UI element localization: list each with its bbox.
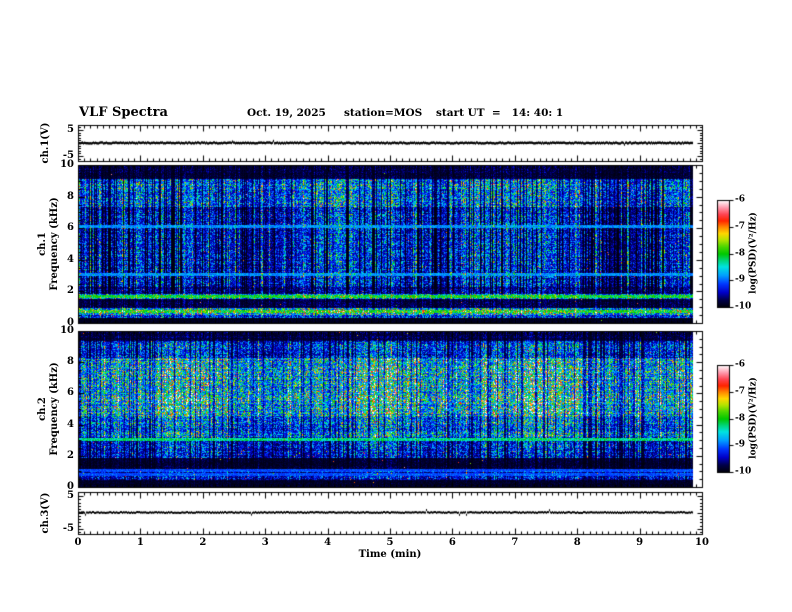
freq-tick-label: 8 xyxy=(67,356,74,368)
colorbar-tick-label: -10 xyxy=(735,301,752,312)
x-tick-label: 1 xyxy=(136,537,144,548)
tick-labels-layer: 0 1 2 3 4 5 6 7 8 9 10 0 2 4 6 8 10 0 2 4 6 8 10 5 -5 5 -5 -6 -7 -8 -9… xyxy=(0,0,792,612)
freq-tick-label: 2 xyxy=(67,449,74,461)
x-tick-label: 6 xyxy=(448,537,456,548)
colorbar-tick-label: -8 xyxy=(735,248,745,258)
x-tick-label: 4 xyxy=(324,537,332,548)
vlf-spectra-figure: VLF Spectra Oct. 19, 2025 station=MOS st… xyxy=(0,0,792,612)
colorbar-tick-label: -6 xyxy=(735,359,745,370)
freq-tick-label: 4 xyxy=(67,418,74,430)
colorbar-tick-label: -9 xyxy=(735,439,745,450)
colorbar-tick-label: -8 xyxy=(735,413,745,423)
x-tick-label: 2 xyxy=(199,537,207,548)
colorbar-tick-label: -10 xyxy=(735,466,752,477)
colorbar-tick-label: -6 xyxy=(735,194,745,205)
colorbar-tick-label: -7 xyxy=(735,221,745,232)
freq-tick-label: 8 xyxy=(67,190,74,202)
freq-tick-label: 4 xyxy=(67,253,74,265)
x-tick-label: 0 xyxy=(74,537,82,548)
voltage-tick-label: 5 xyxy=(67,490,74,501)
freq-tick-label: 6 xyxy=(67,222,74,234)
x-tick-label: 7 xyxy=(511,537,519,548)
x-tick-label: 5 xyxy=(386,537,394,548)
freq-tick-label: 10 xyxy=(60,159,74,170)
voltage-tick-label: -5 xyxy=(62,150,74,161)
x-tick-label: 10 xyxy=(695,537,709,548)
freq-tick-label: 2 xyxy=(67,285,74,297)
freq-tick-label: 6 xyxy=(67,387,74,399)
x-tick-label: 8 xyxy=(573,537,581,548)
colorbar-tick-label: -7 xyxy=(735,386,745,397)
x-tick-label: 9 xyxy=(636,537,644,548)
freq-tick-label: 10 xyxy=(60,325,74,336)
x-tick-label: 3 xyxy=(261,537,269,548)
colorbar-tick-label: -9 xyxy=(735,274,745,285)
voltage-tick-label: 5 xyxy=(67,124,74,135)
voltage-tick-label: -5 xyxy=(62,523,74,534)
